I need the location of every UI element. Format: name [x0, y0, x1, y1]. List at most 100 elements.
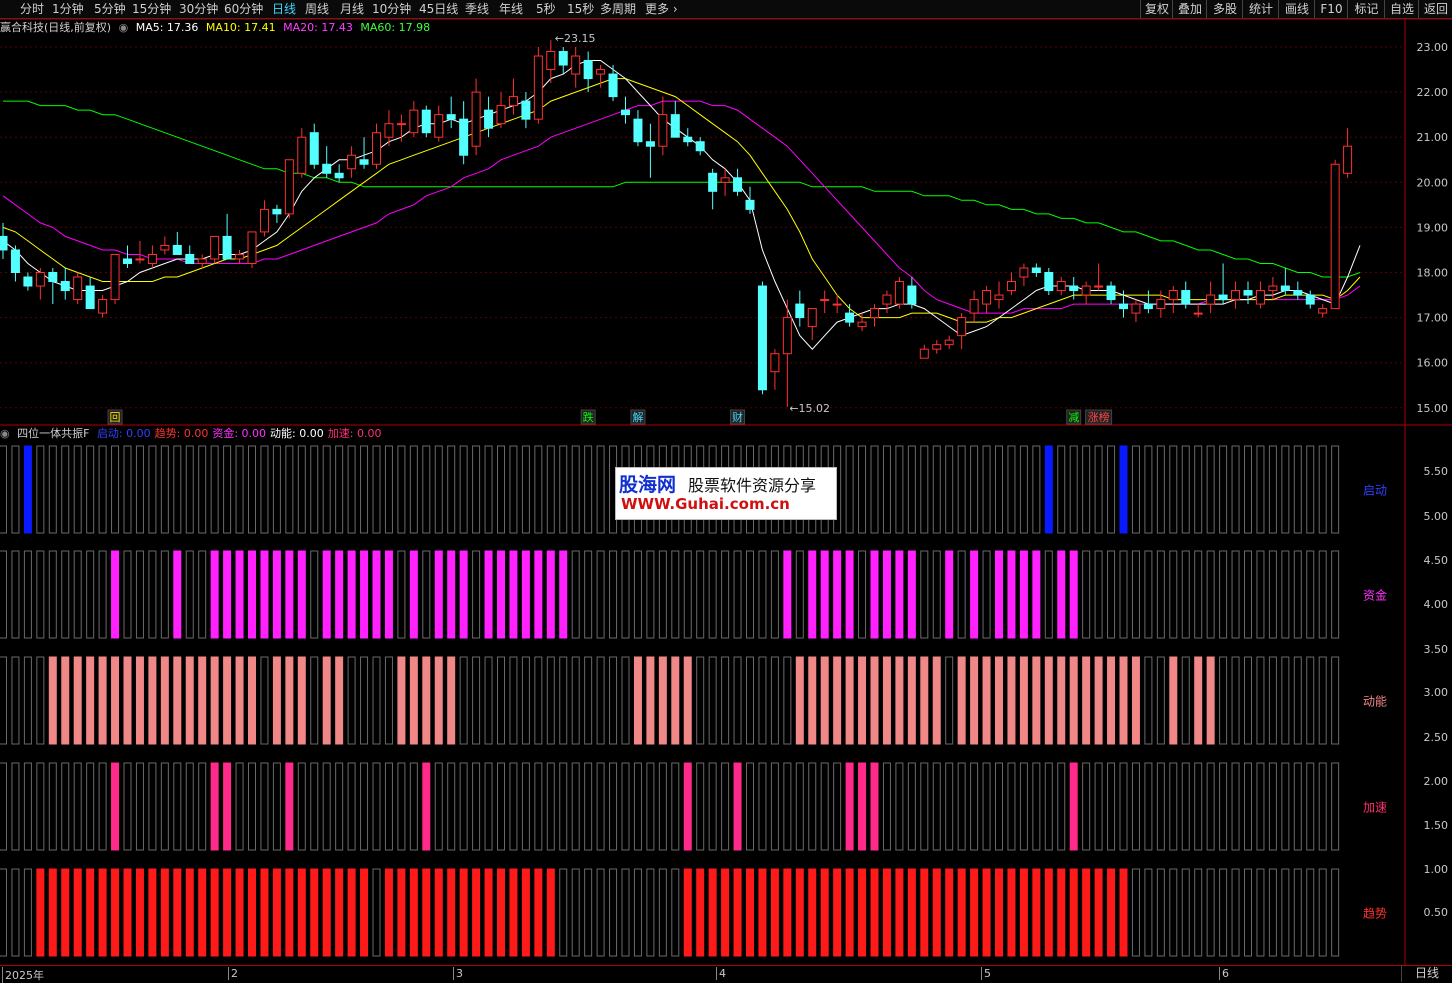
indicator-axis-label-4: 3.50 — [1424, 643, 1449, 656]
band-jiasu-bar-24 — [297, 762, 306, 851]
band-qushi-bar-60 — [746, 868, 754, 957]
band-zijin-bar-67 — [833, 550, 842, 639]
band-jiasu-bar-71 — [882, 762, 891, 851]
band-qidong-bar-102 — [1268, 445, 1277, 534]
band-qushi-bar-100 — [1244, 868, 1252, 957]
band-qushi-bar-80 — [995, 868, 1003, 957]
indicator-name[interactable]: 四位一体共振F — [17, 427, 89, 440]
candle-body-34 — [421, 109, 431, 134]
band-jiasu-bar-7 — [86, 762, 95, 851]
indicator-item-1: 趋势: 0.00 — [154, 427, 209, 440]
candle-body-43 — [533, 55, 543, 120]
band-qidong-bar-48 — [596, 445, 605, 534]
band-qushi-bar-5 — [61, 868, 70, 957]
band-qidong-bar-30 — [372, 445, 381, 534]
band-zijin-bar-6 — [73, 550, 82, 639]
band-jiasu-bar-8 — [98, 762, 107, 851]
band-jiasu-bar-30 — [372, 762, 381, 851]
indicator-item-3: 动能: 0.00 — [270, 427, 324, 440]
band-zijin-bar-100 — [1244, 550, 1252, 639]
band-dongneng-bar-24 — [297, 656, 306, 745]
band-dongneng-bar-26 — [322, 656, 331, 745]
band-jiasu-bar-25 — [310, 762, 319, 851]
band-zijin-bar-24 — [297, 550, 306, 639]
period-switch-button[interactable]: 日线 — [1401, 965, 1452, 982]
band-dongneng-bar-100 — [1244, 656, 1252, 745]
candle-97 — [1206, 281, 1216, 314]
band-dongneng-bar-51 — [633, 656, 642, 745]
candle-45 — [558, 47, 568, 75]
candle-body-101 — [1255, 290, 1265, 305]
band-dongneng-bar-99 — [1231, 656, 1240, 745]
band-jiasu-bar-53 — [658, 762, 667, 851]
band-jiasu-bar-56 — [696, 762, 705, 851]
band-qushi-bar-13 — [160, 868, 169, 957]
candle-94 — [1168, 286, 1178, 314]
candle-body-99 — [1231, 290, 1241, 301]
candle-102 — [1268, 277, 1278, 300]
candle-body-16 — [197, 258, 207, 264]
band-qidong-bar-45 — [559, 445, 568, 534]
band-zijin-bar-28 — [347, 550, 356, 639]
band-zijin-bar-26 — [322, 550, 331, 639]
band-zijin-bar-1 — [11, 550, 20, 639]
candle-38 — [471, 78, 481, 156]
candle-34 — [421, 105, 431, 138]
band-zijin-bar-58 — [721, 550, 730, 639]
band-zijin-bar-29 — [360, 550, 369, 639]
candle-53 — [658, 96, 668, 156]
candle-body-30 — [372, 132, 381, 165]
band-qidong-bar-5 — [61, 445, 70, 534]
band-qidong-bar-34 — [422, 445, 431, 534]
candle-28 — [347, 146, 357, 178]
band-jiasu-bar-16 — [198, 762, 207, 851]
band-jiasu-bar-0 — [0, 762, 7, 851]
band-qushi-bar-56 — [696, 868, 705, 957]
band-qidong-bar-19 — [235, 445, 244, 534]
band-dongneng-bar-70 — [870, 656, 879, 745]
watermark-banner: 股海网 股票软件资源分享 WWW.Guhai.com.cn — [615, 467, 837, 520]
band-qidong-bar-72 — [895, 445, 904, 534]
band-qidong-bar-76 — [945, 445, 954, 534]
band-qushi-bar-42 — [521, 868, 530, 957]
candle-39 — [484, 96, 494, 138]
band-zijin-bar-93 — [1156, 550, 1165, 639]
band-jiasu-bar-2 — [23, 762, 32, 851]
band-zijin-bar-73 — [907, 550, 916, 639]
band-jiasu-bar-44 — [546, 762, 555, 851]
band-jiasu-bar-63 — [783, 762, 792, 851]
watermark-url: WWW.Guhai.com.cn — [621, 495, 790, 513]
event-marker-5: 涨榜 — [1088, 410, 1110, 424]
band-zijin-bar-101 — [1256, 550, 1265, 639]
candle-body-73 — [907, 285, 917, 305]
band-dongneng-bar-56 — [696, 656, 705, 745]
candle-56 — [695, 137, 705, 156]
band-zijin-bar-78 — [970, 550, 979, 639]
band-qidong-bar-38 — [472, 445, 481, 534]
candle-107 — [1330, 159, 1340, 310]
candle-body-88 — [1094, 285, 1104, 288]
band-dongneng-bar-35 — [434, 656, 443, 745]
band-zijin-bar-65 — [808, 550, 817, 639]
band-qushi-bar-20 — [248, 868, 256, 957]
band-dongneng-bar-38 — [472, 656, 481, 745]
ma10-line — [2, 78, 1361, 323]
band-qushi-bar-94 — [1169, 868, 1178, 957]
band-qushi-bar-29 — [360, 868, 369, 957]
band-jiasu-bar-101 — [1256, 762, 1265, 851]
band-zijin-bar-13 — [160, 550, 169, 639]
candle-body-27 — [334, 172, 344, 179]
indicator-axis-label-8: 1.50 — [1424, 819, 1449, 832]
candle-15 — [185, 245, 195, 264]
high-price-label: ←23.15 — [555, 32, 596, 45]
indicator-settings-icon[interactable]: ◉ — [0, 427, 10, 440]
band-dongneng-bar-41 — [509, 656, 518, 745]
band-zijin-bar-83 — [1032, 550, 1041, 639]
candle-16 — [197, 254, 207, 268]
candle-103 — [1280, 267, 1290, 296]
band-jiasu-bar-104 — [1293, 762, 1302, 851]
candle-21 — [259, 200, 269, 237]
band-dongneng-bar-23 — [285, 656, 294, 745]
band-qidong-bar-3 — [36, 445, 45, 534]
band-qushi-bar-0 — [0, 868, 7, 957]
